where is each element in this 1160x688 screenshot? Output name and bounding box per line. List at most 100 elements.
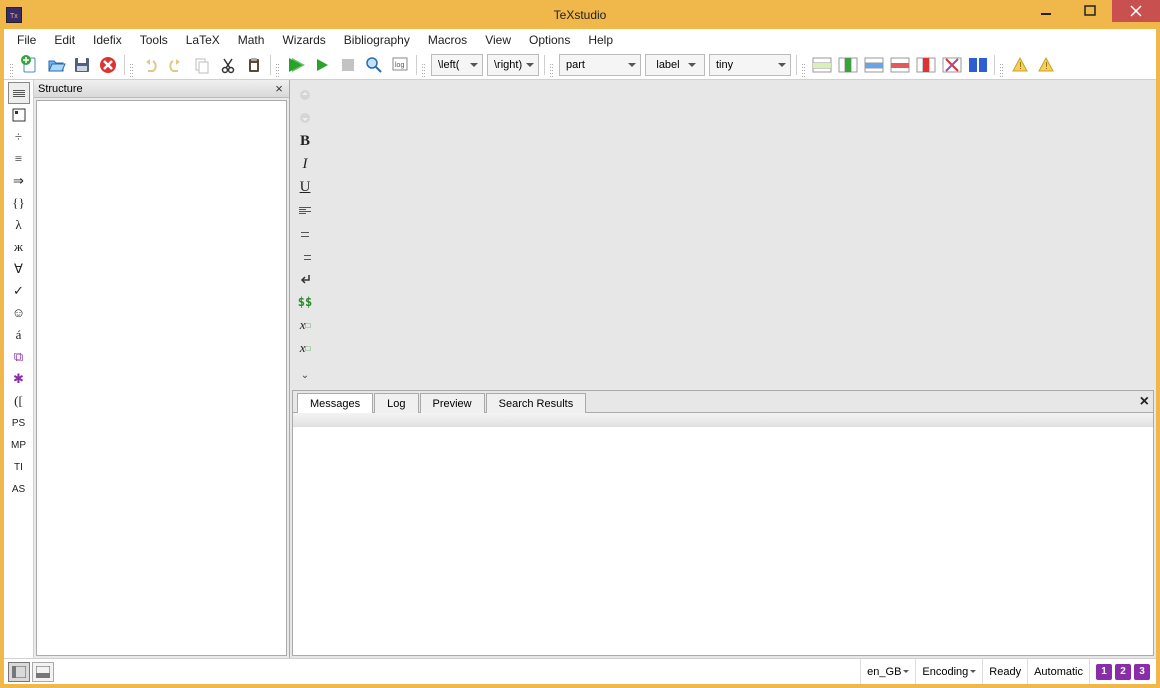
structure-view-button[interactable]	[8, 82, 30, 104]
structure-tree[interactable]	[36, 100, 287, 656]
table-del-row-button[interactable]	[861, 52, 887, 78]
tab-search-results[interactable]: Search Results	[486, 393, 587, 413]
align-right-button[interactable]	[294, 245, 316, 267]
greek-icon[interactable]: λ	[8, 214, 30, 236]
italic-button[interactable]: I	[294, 153, 316, 175]
view-pdf-button[interactable]	[361, 52, 387, 78]
menu-bibliography[interactable]: Bibliography	[335, 31, 419, 49]
toolbar-handle[interactable]	[10, 54, 15, 76]
left-delimiter-combo[interactable]: \left(	[431, 54, 483, 76]
metapost-icon[interactable]: MP	[8, 434, 30, 456]
close-button[interactable]	[1112, 0, 1160, 22]
favorites-icon[interactable]: ✱	[8, 368, 30, 390]
open-file-button[interactable]	[43, 52, 69, 78]
close-file-button[interactable]	[95, 52, 121, 78]
structure-header[interactable]: Structure ×	[34, 80, 289, 98]
toolbar-handle[interactable]	[422, 54, 427, 76]
toolbar-handle[interactable]	[276, 54, 281, 76]
reference-combo[interactable]: label	[645, 54, 705, 76]
view-log-button[interactable]: log	[387, 52, 413, 78]
status-automatic[interactable]: Automatic	[1027, 659, 1089, 684]
superscript-button[interactable]: x□	[294, 337, 316, 359]
minimize-button[interactable]	[1024, 0, 1068, 22]
prev-warning-button[interactable]: !	[1007, 52, 1033, 78]
stop-compile-button[interactable]	[335, 52, 361, 78]
next-warning-button[interactable]: !	[1033, 52, 1059, 78]
redo-button[interactable]	[163, 52, 189, 78]
output-body[interactable]	[293, 427, 1153, 655]
fontsize-combo[interactable]: tiny	[709, 54, 791, 76]
menu-math[interactable]: Math	[229, 31, 274, 49]
operators-icon[interactable]: ÷	[8, 126, 30, 148]
misc-text-icon[interactable]: ☺	[8, 302, 30, 324]
structure-close-button[interactable]: ×	[271, 80, 287, 96]
bookmark-3-button[interactable]: 3	[1134, 664, 1150, 680]
asymptote-icon[interactable]: AS	[8, 478, 30, 500]
menu-file[interactable]: File	[8, 31, 45, 49]
status-encoding[interactable]: Encoding	[915, 659, 982, 684]
maximize-button[interactable]	[1068, 0, 1112, 22]
copy-button[interactable]	[189, 52, 215, 78]
paste-button[interactable]	[241, 52, 267, 78]
menu-edit[interactable]: Edit	[45, 31, 84, 49]
table-align-button[interactable]	[965, 52, 991, 78]
toolbar-handle[interactable]	[550, 54, 555, 76]
tab-messages[interactable]: Messages	[297, 393, 373, 413]
next-mark-button[interactable]	[294, 107, 316, 129]
undo-button[interactable]	[137, 52, 163, 78]
table-cut-col-button[interactable]	[913, 52, 939, 78]
table-del-col-button[interactable]	[887, 52, 913, 78]
toggle-side-panel-button[interactable]	[8, 662, 30, 682]
tab-log[interactable]: Log	[374, 393, 418, 413]
prev-mark-button[interactable]	[294, 84, 316, 106]
output-close-button[interactable]: ×	[1140, 393, 1149, 411]
most-used-icon[interactable]: ⧉	[8, 346, 30, 368]
toolbar-handle[interactable]	[130, 54, 135, 76]
menu-options[interactable]: Options	[520, 31, 579, 49]
pstricks-icon[interactable]: PS	[8, 412, 30, 434]
bookmark-1-button[interactable]: 1	[1096, 664, 1112, 680]
menu-help[interactable]: Help	[579, 31, 622, 49]
table-paste-col-button[interactable]	[939, 52, 965, 78]
align-left-button[interactable]	[294, 199, 316, 221]
status-language[interactable]: en_GB	[860, 659, 915, 684]
arrows-icon[interactable]: ⇒	[8, 170, 30, 192]
bold-button[interactable]: B	[294, 130, 316, 152]
tikz-icon[interactable]: TI	[8, 456, 30, 478]
menu-macros[interactable]: Macros	[419, 31, 476, 49]
sectioning-combo[interactable]: part	[559, 54, 641, 76]
menu-view[interactable]: View	[476, 31, 520, 49]
right-delimiter-combo[interactable]: \right)	[487, 54, 539, 76]
relations-icon[interactable]: ≡	[8, 148, 30, 170]
accented-icon[interactable]: á	[8, 324, 30, 346]
save-button[interactable]	[69, 52, 95, 78]
toolbar-handle[interactable]	[1000, 54, 1005, 76]
toolbar-handle[interactable]	[802, 54, 807, 76]
expand-toolbar-button[interactable]: ⌄	[294, 364, 316, 386]
left-brackets-icon[interactable]: ([	[8, 390, 30, 412]
bookmark-2-button[interactable]: 2	[1115, 664, 1131, 680]
subscript-button[interactable]: x□	[294, 314, 316, 336]
menu-wizards[interactable]: Wizards	[273, 31, 334, 49]
tab-preview[interactable]: Preview	[420, 393, 485, 413]
menu-idefix[interactable]: Idefix	[84, 31, 131, 49]
toggle-messages-panel-button[interactable]	[32, 662, 54, 682]
forall-icon[interactable]: ∀	[8, 258, 30, 280]
table-add-col-button[interactable]	[835, 52, 861, 78]
inline-math-button[interactable]: $$	[294, 291, 316, 313]
table-add-row-button[interactable]	[809, 52, 835, 78]
editor-canvas[interactable]	[320, 80, 1156, 390]
align-center-button[interactable]	[294, 222, 316, 244]
menu-tools[interactable]: Tools	[131, 31, 177, 49]
cyrillic-icon[interactable]: ж	[8, 236, 30, 258]
bookmarks-view-button[interactable]	[8, 104, 30, 126]
menu-latex[interactable]: LaTeX	[177, 31, 229, 49]
underline-button[interactable]: U	[294, 176, 316, 198]
new-file-button[interactable]	[17, 52, 43, 78]
build-and-view-button[interactable]	[283, 52, 309, 78]
cut-button[interactable]	[215, 52, 241, 78]
delimiters-icon[interactable]: {}	[8, 192, 30, 214]
newline-button[interactable]	[294, 268, 316, 290]
compile-button[interactable]	[309, 52, 335, 78]
check-icon[interactable]: ✓	[8, 280, 30, 302]
